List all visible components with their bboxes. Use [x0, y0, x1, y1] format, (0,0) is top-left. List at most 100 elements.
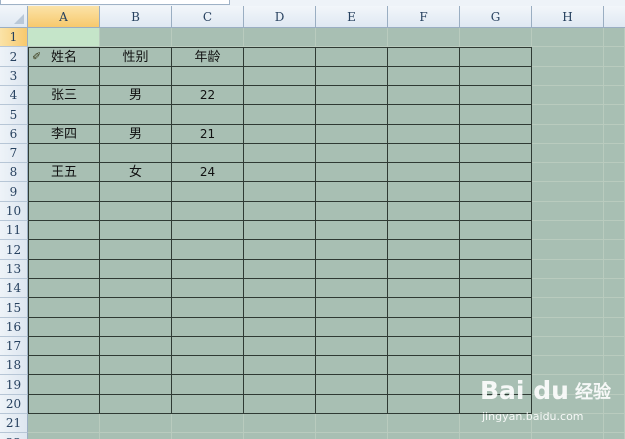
cell-e15[interactable]	[316, 298, 388, 318]
cell-filler[interactable]	[604, 67, 625, 86]
cell-f14[interactable]	[388, 279, 460, 298]
select-all-corner[interactable]	[0, 6, 28, 28]
cell-b3[interactable]	[100, 67, 172, 86]
cell-c13[interactable]	[172, 260, 244, 279]
row-header-10[interactable]: 10	[0, 202, 28, 221]
cell-f21[interactable]	[388, 414, 460, 433]
cell-d3[interactable]	[244, 67, 316, 86]
cell-filler[interactable]	[604, 356, 625, 375]
cell-h5[interactable]	[532, 105, 604, 125]
cell-h16[interactable]	[532, 318, 604, 337]
cell-c4[interactable]: 22	[172, 86, 244, 105]
cell-b20[interactable]	[100, 395, 172, 414]
cell-d13[interactable]	[244, 260, 316, 279]
cell-c6[interactable]: 21	[172, 125, 244, 144]
cell-d2[interactable]	[244, 47, 316, 67]
cell-h4[interactable]	[532, 86, 604, 105]
cell-g6[interactable]	[460, 125, 532, 144]
cell-filler[interactable]	[604, 433, 625, 439]
cell-f20[interactable]	[388, 395, 460, 414]
cell-g14[interactable]	[460, 279, 532, 298]
cell-d21[interactable]	[244, 414, 316, 433]
cell-e1[interactable]	[316, 28, 388, 47]
cell-filler[interactable]	[604, 337, 625, 356]
cell-f7[interactable]	[388, 144, 460, 163]
row-header-15[interactable]: 15	[0, 298, 28, 318]
cell-f2[interactable]	[388, 47, 460, 67]
column-header-e[interactable]: E	[316, 6, 388, 28]
cell-d14[interactable]	[244, 279, 316, 298]
cell-e22[interactable]	[316, 433, 388, 439]
cell-filler[interactable]	[604, 144, 625, 163]
cell-e7[interactable]	[316, 144, 388, 163]
cell-e3[interactable]	[316, 67, 388, 86]
cell-e10[interactable]	[316, 202, 388, 221]
cell-g12[interactable]	[460, 240, 532, 260]
cell-h10[interactable]	[532, 202, 604, 221]
cell-g15[interactable]	[460, 298, 532, 318]
cell-f10[interactable]	[388, 202, 460, 221]
cell-b8[interactable]: 女	[100, 163, 172, 182]
cell-f16[interactable]	[388, 318, 460, 337]
cell-e13[interactable]	[316, 260, 388, 279]
column-header-a[interactable]: A	[28, 6, 100, 28]
row-header-6[interactable]: 6	[0, 125, 28, 144]
cell-h11[interactable]	[532, 221, 604, 240]
cell-c15[interactable]	[172, 298, 244, 318]
column-header-g[interactable]: G	[460, 6, 532, 28]
cell-f13[interactable]	[388, 260, 460, 279]
cell-g16[interactable]	[460, 318, 532, 337]
row-header-3[interactable]: 3	[0, 67, 28, 86]
cell-e12[interactable]	[316, 240, 388, 260]
column-header-f[interactable]: F	[388, 6, 460, 28]
cell-f17[interactable]	[388, 337, 460, 356]
cell-f15[interactable]	[388, 298, 460, 318]
row-header-17[interactable]: 17	[0, 337, 28, 356]
cell-b19[interactable]	[100, 375, 172, 395]
cell-c19[interactable]	[172, 375, 244, 395]
cell-d20[interactable]	[244, 395, 316, 414]
cell-b17[interactable]	[100, 337, 172, 356]
cell-h15[interactable]	[532, 298, 604, 318]
cell-b13[interactable]	[100, 260, 172, 279]
cell-e6[interactable]	[316, 125, 388, 144]
cell-a9[interactable]	[28, 182, 100, 202]
cell-b10[interactable]	[100, 202, 172, 221]
cell-c14[interactable]	[172, 279, 244, 298]
cell-e9[interactable]	[316, 182, 388, 202]
cell-a15[interactable]	[28, 298, 100, 318]
cell-g2[interactable]	[460, 47, 532, 67]
row-header-19[interactable]: 19	[0, 375, 28, 395]
cell-e19[interactable]	[316, 375, 388, 395]
cell-e16[interactable]	[316, 318, 388, 337]
cell-filler[interactable]	[604, 279, 625, 298]
cell-a16[interactable]	[28, 318, 100, 337]
cell-c21[interactable]	[172, 414, 244, 433]
cell-f12[interactable]	[388, 240, 460, 260]
cell-d17[interactable]	[244, 337, 316, 356]
cell-c18[interactable]	[172, 356, 244, 375]
cell-f1[interactable]	[388, 28, 460, 47]
row-header-8[interactable]: 8	[0, 163, 28, 182]
cell-c10[interactable]	[172, 202, 244, 221]
cell-h6[interactable]	[532, 125, 604, 144]
row-header-13[interactable]: 13	[0, 260, 28, 279]
cell-h7[interactable]	[532, 144, 604, 163]
cell-c12[interactable]	[172, 240, 244, 260]
cell-e5[interactable]	[316, 105, 388, 125]
cell-h14[interactable]	[532, 279, 604, 298]
cell-d18[interactable]	[244, 356, 316, 375]
cell-e11[interactable]	[316, 221, 388, 240]
column-header-b[interactable]: B	[100, 6, 172, 28]
cell-c1[interactable]	[172, 28, 244, 47]
cell-b11[interactable]	[100, 221, 172, 240]
cell-e20[interactable]	[316, 395, 388, 414]
column-header-c[interactable]: C	[172, 6, 244, 28]
cell-a22[interactable]	[28, 433, 100, 439]
cell-a13[interactable]	[28, 260, 100, 279]
row-header-20[interactable]: 20	[0, 395, 28, 414]
cell-a18[interactable]	[28, 356, 100, 375]
cell-filler[interactable]	[604, 202, 625, 221]
cell-g3[interactable]	[460, 67, 532, 86]
cell-filler[interactable]	[604, 221, 625, 240]
